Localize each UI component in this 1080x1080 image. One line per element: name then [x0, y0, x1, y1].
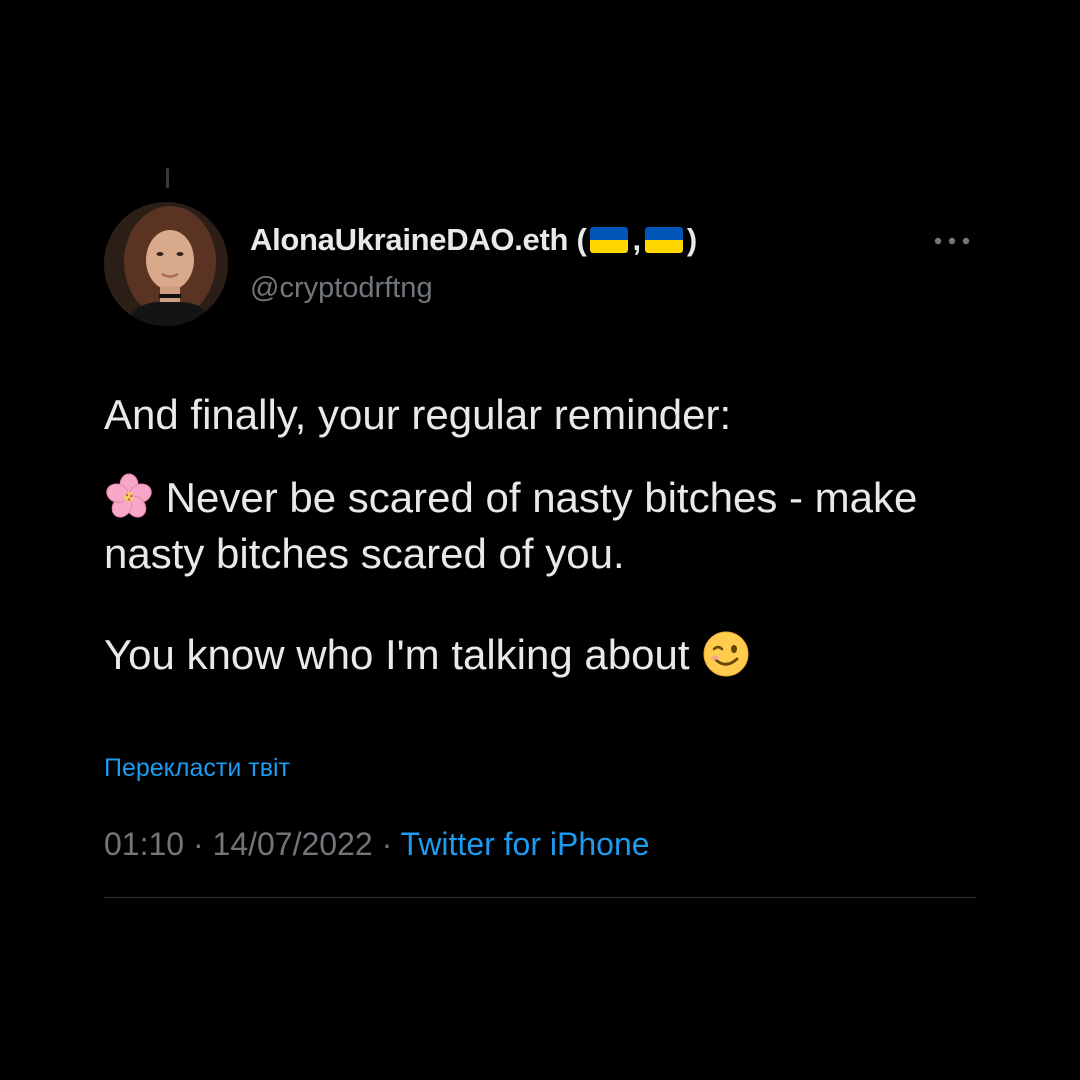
- winking-face-icon: [703, 631, 749, 677]
- tweet-time[interactable]: 01:10: [104, 826, 184, 862]
- display-name-text: AlonaUkraineDAO.eth (: [250, 222, 587, 257]
- more-options-icon[interactable]: [932, 234, 972, 248]
- ukraine-flag-icon: [644, 227, 683, 253]
- tweet-text-line-3: You know who I'm talking about: [104, 627, 984, 683]
- meta-separator: ·: [381, 826, 393, 862]
- tweet-text-line-3-body: You know who I'm talking about: [104, 631, 690, 678]
- display-name-separator: ,: [632, 222, 641, 257]
- tweet-date[interactable]: 14/07/2022: [213, 826, 373, 862]
- divider: [104, 897, 976, 898]
- thread-connector-line: [166, 168, 169, 188]
- translate-tweet-link[interactable]: Перекласти твіт: [104, 754, 290, 783]
- ukraine-flag-icon: [590, 227, 629, 253]
- meta-separator: ·: [192, 826, 204, 862]
- tweet-text-line-1: And finally, your regular reminder:: [104, 391, 732, 438]
- author-handle[interactable]: @cryptodrftng: [250, 272, 433, 305]
- cherry-blossom-icon: [106, 473, 152, 518]
- tweet-text-line-2-body: Never be scared of nasty bitches - make …: [104, 474, 930, 577]
- author-display-name[interactable]: AlonaUkraineDAO.eth ( , ): [250, 222, 697, 258]
- display-name-end: ): [686, 222, 697, 257]
- tweet-text-line-2: Never be scared of nasty bitches - make …: [104, 470, 984, 582]
- tweet-source-link[interactable]: Twitter for iPhone: [401, 826, 650, 862]
- avatar[interactable]: [104, 202, 228, 326]
- tweet-metadata: 01:10 · 14/07/2022 · Twitter for iPhone: [104, 826, 650, 863]
- avatar-photo: [104, 202, 228, 326]
